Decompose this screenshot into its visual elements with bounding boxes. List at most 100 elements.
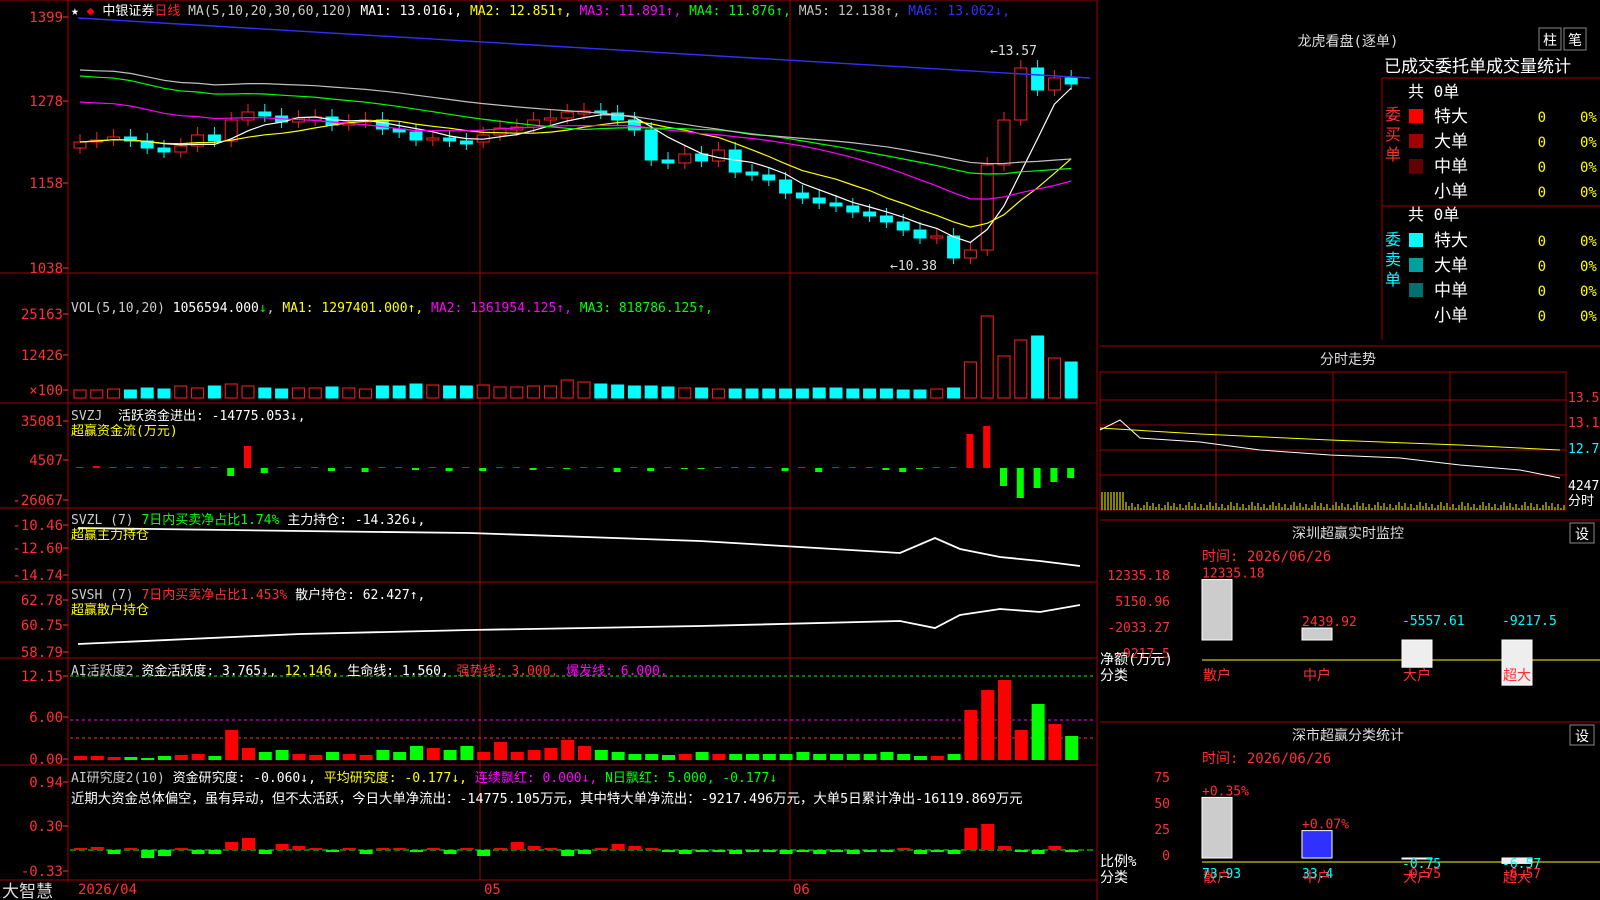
lhb-buy-swatch xyxy=(1409,159,1423,173)
ai2-bar xyxy=(460,848,474,850)
sz-class-bar xyxy=(1201,796,1233,859)
candle-body xyxy=(543,117,557,121)
svzj-bar xyxy=(630,467,638,468)
ai2-bar xyxy=(947,850,961,854)
ai2-bar xyxy=(74,848,87,850)
header-item: MA2: 12.851↑, xyxy=(469,4,580,19)
svzj-bar xyxy=(445,468,453,471)
svzj-bar xyxy=(412,468,419,470)
candle-body xyxy=(762,174,776,181)
ai1-bar xyxy=(376,750,390,760)
sz-monitor-axis: -2033.27 xyxy=(1107,621,1170,636)
ai2-bar xyxy=(645,848,659,850)
lhb-buy-name: 中单 xyxy=(1434,157,1468,177)
header-item: MA2: 1361954.125↑, xyxy=(431,301,580,316)
ai1-bar xyxy=(477,752,491,760)
lhb-sell-value: 0 xyxy=(1538,309,1546,325)
svzj-bar xyxy=(832,467,839,468)
svzj-bar xyxy=(479,468,487,471)
vol-bar xyxy=(963,361,977,399)
svzj-bar xyxy=(1033,468,1041,488)
ai1-bar xyxy=(981,690,995,760)
vol-header: VOL(5,10,20) 1056594.000↓, MA1: 1297401.… xyxy=(71,301,713,316)
svsh-line xyxy=(77,604,1081,645)
stock-chart[interactable]: 1399 1278 1158 1038 25163 12426 ×100 35081 4507 -… xyxy=(0,0,1600,900)
ai2-bar xyxy=(393,848,407,850)
header-item: 连续飘红: 0.000↓, xyxy=(474,771,606,786)
sz-class-axis: 75 xyxy=(1154,771,1170,786)
ai2-bar xyxy=(863,850,877,852)
svzj-bar xyxy=(916,468,923,469)
sz-class-value: -6.57 xyxy=(1502,867,1541,882)
ai2-bar xyxy=(191,850,205,854)
lhb-title: 龙虎看盘(逐单) xyxy=(1298,33,1399,50)
vol-bar xyxy=(980,315,994,399)
ai2-bar xyxy=(561,850,575,856)
svzj-bar xyxy=(395,467,403,468)
svzj-bar xyxy=(126,467,134,468)
lhb-sell-swatch xyxy=(1409,233,1423,247)
ai2-bar xyxy=(1014,850,1028,852)
vol-bar xyxy=(795,388,809,399)
ai1-bar xyxy=(275,750,289,760)
candle-body xyxy=(795,192,809,199)
svzj-bar xyxy=(512,467,520,468)
vol-bar xyxy=(241,385,255,399)
candle-body xyxy=(207,134,221,142)
ai2-bar xyxy=(729,850,743,854)
vol-bar xyxy=(627,385,641,399)
sz-class-xlabel: 分类 xyxy=(1100,870,1128,886)
lhb-sell-pct: 0% xyxy=(1580,259,1597,275)
candle-body xyxy=(241,111,255,121)
vol-bar xyxy=(443,385,457,399)
vol-bar xyxy=(140,387,154,399)
vol-bar xyxy=(762,388,776,399)
sz-monitor-category: 中户 xyxy=(1303,667,1331,684)
ai1-bar xyxy=(578,746,591,760)
ai1-bar xyxy=(561,740,575,760)
vol-bar xyxy=(90,389,104,399)
ai2-axis-tick: 0.94 xyxy=(29,775,63,791)
ai2-bar xyxy=(292,846,306,850)
ai1-bar xyxy=(124,757,138,760)
ai2-bar xyxy=(90,847,104,850)
fenshi-price-line xyxy=(1099,419,1561,479)
vol-bar xyxy=(207,385,221,399)
ai1-bar xyxy=(410,746,423,760)
header-item: MA1: 13.016↓, xyxy=(360,4,470,19)
stock-name: 中银证券 xyxy=(102,4,155,19)
svzj-bar xyxy=(193,467,201,468)
svzj-bar xyxy=(563,468,571,469)
candle-body xyxy=(73,141,87,149)
ai2-bar xyxy=(930,850,944,852)
sz-monitor-value-label: -5557.61 xyxy=(1402,614,1465,629)
svzj-bar xyxy=(596,467,604,468)
candle-body xyxy=(661,159,675,164)
lhb-sell-name: 中单 xyxy=(1434,281,1468,301)
ai2-bar xyxy=(376,848,390,850)
ai2-bar xyxy=(846,850,860,854)
fenshi-axis: 13.59 xyxy=(1568,391,1600,406)
price-axis-tick: 1038 xyxy=(29,261,63,277)
ai2-axis-tick: -0.33 xyxy=(21,864,63,880)
header-item: 资金研究度: -0.060↓, xyxy=(172,771,324,786)
svzj-bar xyxy=(748,467,755,468)
ai1-bar xyxy=(527,750,541,760)
svzj-bar xyxy=(664,467,671,468)
vol-bar xyxy=(560,379,574,399)
svzj-bar xyxy=(613,468,621,472)
fenshi-axis: 42473 xyxy=(1568,479,1600,494)
ai2-bar xyxy=(242,838,255,850)
candle-body xyxy=(963,249,977,259)
ai1-bar xyxy=(695,752,709,760)
vol-bar xyxy=(123,389,137,399)
fenshi-avg-line xyxy=(1099,427,1561,451)
svzj-bar xyxy=(1016,468,1024,498)
ai1-bar xyxy=(1065,736,1079,760)
candle-body xyxy=(745,171,759,176)
svzj-bar xyxy=(1000,468,1007,486)
candle-body xyxy=(913,229,927,239)
ai1-bar xyxy=(460,746,474,760)
vol-bar xyxy=(594,383,608,399)
ai2-bar xyxy=(275,844,289,850)
